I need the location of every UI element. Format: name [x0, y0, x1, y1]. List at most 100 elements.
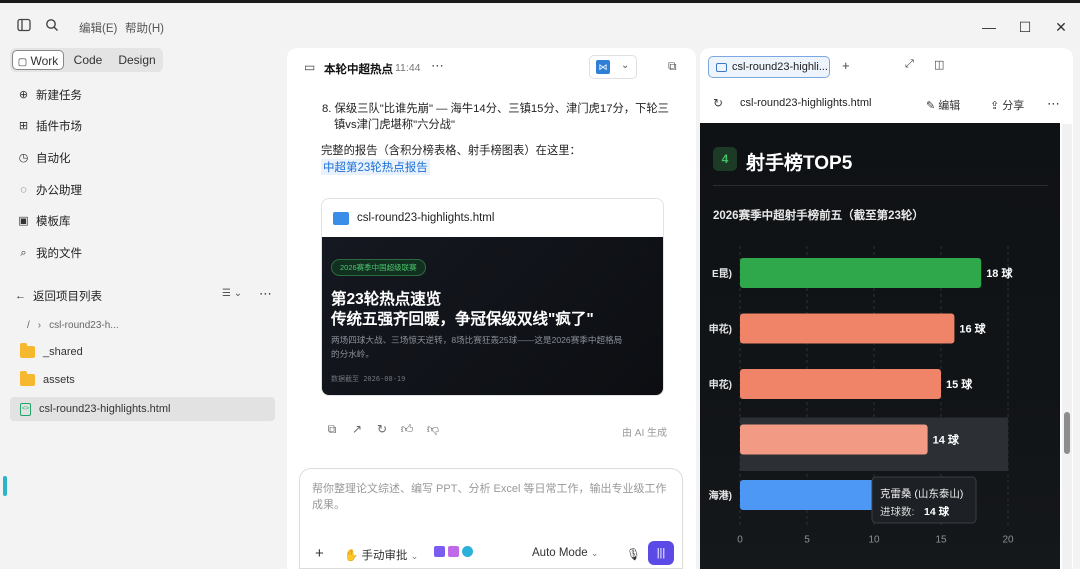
mode-tab-design[interactable]: Design	[114, 50, 160, 70]
scorer-bar-chart: 0 5 10 15 20E昆) 18 球申花) 16 球申花) 15 球14 球海港) 克雷桑 …	[709, 246, 1014, 546]
video-icon	[434, 546, 445, 557]
preview-sub-2: 的分水岭。	[331, 349, 374, 359]
new-tab-icon[interactable]: +	[842, 58, 850, 73]
mode-tab-work[interactable]: ▢ Work	[12, 50, 64, 70]
microphone-icon[interactable]: 🎙︎	[626, 547, 641, 561]
reload-icon[interactable]: ↻	[713, 96, 723, 110]
file-row-shared[interactable]: _shared	[10, 340, 275, 364]
menu-edit[interactable]: 编辑(E)	[79, 20, 117, 36]
x-tick-label: 20	[1002, 535, 1014, 546]
y-tick-label: E昆)	[712, 268, 732, 280]
copy-icon[interactable]: ⧉	[325, 422, 339, 437]
nav-templates[interactable]: ▣ 模板库	[17, 211, 70, 231]
x-tick-label: 15	[935, 535, 947, 546]
nav-my-files[interactable]: ⌕ 我的文件	[17, 243, 82, 263]
bar-value-label: 18 球	[986, 266, 1013, 280]
file-row-assets[interactable]: assets	[10, 368, 275, 392]
file-preview-card[interactable]: csl-round23-highlights.html 2026赛季中国超级联赛…	[321, 198, 664, 396]
tooltip-player-name: 克雷桑 (山东泰山)	[880, 487, 963, 500]
ai-generated-label: 由 AI 生成	[622, 428, 668, 439]
split-view-icon[interactable]: ◫	[934, 58, 944, 71]
maximize-icon[interactable]: ☐	[1015, 17, 1035, 37]
nav-automation[interactable]: ◷ 自动化	[17, 148, 71, 168]
expand-icon[interactable]: ⤢	[905, 58, 914, 71]
preview-title-2: 传统五强齐回暖，争冠保级双线"疯了"	[331, 311, 594, 328]
audio-icon	[462, 546, 474, 557]
image-icon	[448, 546, 460, 557]
thumbs-up-icon[interactable]: 👍︎	[400, 422, 414, 437]
back-to-projects[interactable]: ← 返回项目列表	[14, 286, 102, 306]
plus-circle-icon: ⊕	[18, 88, 29, 101]
more-icon[interactable]: ⋯	[1047, 96, 1060, 112]
rendered-page: 4 射手榜TOP5 2026赛季中超射手榜前五（截至第23轮） 0 5 10 15 20…	[700, 123, 1060, 569]
template-icon: ▣	[18, 214, 29, 227]
preview-panel: csl-round23-highli... + ⤢ ◫ ↻ csl-round2…	[700, 48, 1073, 569]
search-icon[interactable]	[44, 18, 60, 34]
preview-title-1: 第23轮热点速览	[331, 291, 442, 308]
browser-file-icon	[333, 211, 349, 225]
mode-switch: ▢ Work Code Design	[10, 48, 163, 72]
league-badge: 2026赛季中国超级联赛	[331, 259, 426, 276]
report-link[interactable]: 中超第23轮热点报告	[321, 159, 430, 175]
browser-tab-icon	[716, 62, 727, 72]
chat-input-box[interactable]: 帮你整理论文综述、编写 PPT、分析 Excel 等日常工作，输出专业级工作成果…	[299, 468, 683, 569]
x-tick-label: 10	[868, 535, 880, 546]
close-icon[interactable]: ✕	[1051, 17, 1071, 37]
nav-plugin-market[interactable]: ⊞ 插件市场	[17, 116, 82, 136]
msg-item-8: 8. 保级三队"比谁先崩" — 海牛14分、三镇15分、津门虎17分，下轮三	[322, 103, 669, 115]
menu-help[interactable]: 帮助(H)	[125, 20, 164, 36]
voice-input-button[interactable]: |||	[648, 541, 674, 565]
bar-value-label: 16 球	[959, 322, 986, 336]
title-bar: 编辑(E) 帮助(H) — ☐ ✕	[0, 0, 1080, 48]
chevron-down-icon: ⌄	[590, 548, 599, 558]
book-icon: ▢	[17, 57, 28, 68]
scroll-indicator	[3, 476, 7, 496]
nav-new-task[interactable]: ⊕ 新建任务	[17, 85, 82, 105]
mode-dropdown[interactable]: Auto Mode ⌄	[532, 547, 598, 559]
folder-icon	[20, 343, 35, 358]
sidebar-toggle-icon[interactable]	[16, 18, 32, 34]
chevron-down-icon: ⌄	[621, 60, 630, 71]
minimize-icon[interactable]: —	[979, 17, 999, 37]
scrollbar-thumb[interactable]	[1064, 412, 1070, 454]
share-button[interactable]: ⇪ 分享	[990, 97, 1024, 113]
breadcrumb: / › csl-round23-h...	[27, 320, 119, 331]
chat-input-placeholder[interactable]: 帮你整理论文综述、编写 PPT、分析 Excel 等日常工作，输出专业级工作成果…	[312, 481, 672, 513]
x-tick-label: 0	[737, 535, 743, 546]
mode-tab-code[interactable]: Code	[72, 50, 104, 70]
bar-value-label: 14 球	[933, 433, 960, 447]
preview-date: 数据截至 2026-08-19	[331, 375, 406, 383]
bar	[740, 258, 982, 288]
x-tick-label: 5	[804, 535, 810, 546]
card-preview-image: 2026赛季中国超级联赛 第23轮热点速览 传统五强齐回暖，争冠保级双线"疯了"…	[322, 237, 663, 395]
chat-more-icon[interactable]: ⋯	[431, 58, 444, 74]
y-tick-label: 海港)	[709, 489, 732, 502]
file-row-highlights[interactable]: <> csl-round23-highlights.html	[10, 397, 275, 421]
bar-value-label: 15 球	[946, 377, 973, 391]
more-icon[interactable]: ⋯	[259, 286, 272, 302]
address-bar[interactable]: csl-round23-highlights.html	[740, 97, 871, 109]
preview-scrollbar[interactable]	[1062, 124, 1072, 569]
refresh-icon[interactable]: ↻	[375, 422, 389, 436]
open-in-editor-button[interactable]: ⋈ ⌄	[589, 55, 637, 79]
approval-dropdown[interactable]: ✋ 手动审批 ⌄	[344, 547, 418, 563]
pen-icon: ✎	[926, 100, 936, 112]
y-tick-label: 申花)	[709, 378, 732, 391]
arrow-left-icon: ←	[15, 289, 26, 302]
y-tick-label: 申花)	[709, 323, 732, 336]
add-attachment-icon[interactable]: +	[315, 545, 324, 562]
preview-sub-1: 两场四球大战、三场惊天逆转，8场比赛狂轰25球——这是2026赛季中超格局	[331, 335, 623, 345]
chat-bubble-icon: ◌	[20, 183, 27, 196]
chat-panel: ▭ 本轮中超热点 11:44 ⋯ ⋈ ⌄ ⧉ 8. 保级三队"比谁先崩" — 海…	[287, 48, 696, 569]
new-window-icon[interactable]: ⧉	[668, 59, 677, 74]
card-header: csl-round23-highlights.html	[322, 199, 663, 237]
thumbs-down-icon[interactable]: 👎︎	[426, 422, 440, 437]
nav-office-assistant[interactable]: ◌ 办公助理	[17, 180, 82, 200]
edit-button[interactable]: ✎ 编辑	[926, 97, 960, 113]
share-icon[interactable]: ↗	[350, 422, 364, 436]
chat-time: 11:44	[395, 62, 421, 74]
list-view-icon[interactable]: ☰ ⌄	[222, 288, 242, 299]
waveform-icon: |||	[656, 547, 666, 559]
media-tools-icons[interactable]	[434, 546, 474, 560]
tab-preview-file[interactable]: csl-round23-highli...	[708, 56, 830, 78]
